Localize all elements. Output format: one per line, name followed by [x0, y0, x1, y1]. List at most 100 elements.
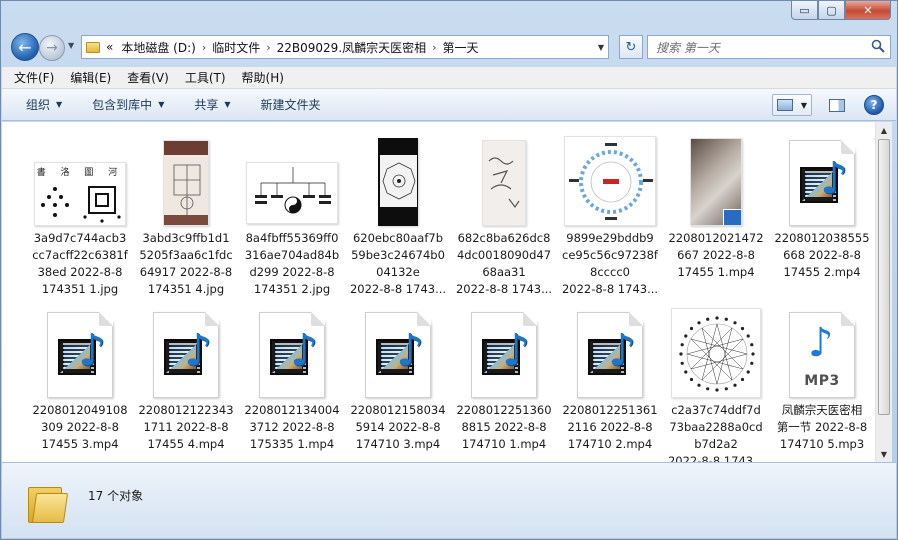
share-label: 共享 [194, 98, 219, 112]
menu-edit[interactable]: 编辑(E) [70, 69, 111, 86]
file-name: 凤麟宗天医密相 第一节 2022-8-8 174710 5.mp3 [770, 402, 874, 453]
file-name-line: 凤麟宗天医密相 [781, 403, 863, 417]
scroll-down-arrow[interactable]: ▼ [876, 446, 892, 462]
video-file-icon: ♪ [240, 302, 344, 398]
menu-file[interactable]: 文件(F) [14, 69, 54, 86]
file-name-line: 2208012122343 [138, 403, 234, 417]
file-item[interactable]: ♪ 2208012251361 2116 2022-8-8 174710 2.mp4 [558, 302, 662, 462]
file-item[interactable]: 620ebc80aaf7b 59be3c24674b0 04132e 2022-8-8… [346, 130, 450, 300]
file-item[interactable]: ♪ 2208012038555 668 2022-8-8 17455 2.mp4 [770, 130, 874, 300]
back-button[interactable]: ← [11, 33, 39, 61]
file-name-line: 174710 2.mp4 [567, 437, 653, 451]
file-list[interactable]: 書 洛 圖 河 3a9d7c744acb3 cc7acff22c6381f 38ed … [2, 122, 875, 462]
vertical-scrollbar[interactable]: ▲ ▼ [875, 122, 892, 462]
breadcrumb-temp[interactable]: 临时文件 [212, 39, 260, 56]
file-name: 2208012158034 5914 2022-8-8 174710 3.mp4 [346, 402, 450, 453]
command-bar-right: ▼ ? [772, 94, 884, 116]
breadcrumb-separator[interactable]: › [202, 41, 206, 54]
file-name: 2208012122343 1711 2022-8-8 17455 4.mp4 [134, 402, 238, 453]
file-item[interactable]: ♪ 2208012122343 1711 2022-8-8 17455 4.mp4 [134, 302, 238, 462]
include-in-library-button[interactable]: 包含到库中 ▼ [92, 96, 164, 113]
file-item[interactable]: 2208012021472 667 2022-8-8 17455 1.mp4 [664, 130, 768, 300]
file-item[interactable]: 9899e29bddb9 ce95c56c97238f 8cccc0 2022-8-8… [558, 130, 662, 300]
file-item[interactable]: 3abd3c9ffb1d1 5205f3aa6c1fdc 64917 2022-8-… [134, 130, 238, 300]
scroll-thumb[interactable] [878, 139, 890, 415]
music-note-icon: ♪ [290, 325, 319, 376]
file-name-line: b7d2a2 [694, 437, 738, 451]
search-box[interactable]: 搜索 第一天 [647, 35, 891, 59]
file-item[interactable]: c2a37c74ddf7d 73baa2288a0cd b7d2a2 2022-8-8… [664, 302, 768, 462]
search-icon[interactable] [871, 39, 885, 53]
image-thumbnail-icon [134, 130, 238, 226]
file-name-line: 2208012251361 [562, 403, 658, 417]
file-name-line: 2208012049108 [32, 403, 128, 417]
breadcrumb-separator[interactable]: › [432, 41, 436, 54]
forward-button[interactable]: → [39, 35, 65, 61]
breadcrumb-folder[interactable]: 22B09029.凤麟宗天医密相 [277, 39, 427, 56]
folder-icon [86, 41, 100, 53]
file-name-line: 73baa2288a0cd [669, 420, 763, 434]
music-note-icon: ♪ [808, 320, 834, 366]
image-thumbnail-icon: 書 洛 圖 河 [28, 130, 132, 226]
file-name-line: 2208012134004 [244, 403, 340, 417]
details-pane: 17 个对象 [2, 462, 896, 538]
file-name-line: 17455 3.mp4 [41, 437, 119, 451]
music-note-icon: ♪ [502, 325, 531, 376]
menu-tools[interactable]: 工具(T) [185, 69, 226, 86]
preview-pane-button[interactable] [826, 94, 848, 116]
close-button[interactable]: ✕ [845, 1, 891, 20]
address-history-dropdown[interactable]: ▼ [598, 43, 604, 52]
scroll-up-arrow[interactable]: ▲ [876, 122, 892, 138]
share-button[interactable]: 共享 ▼ [194, 96, 230, 113]
image-thumbnail-icon [558, 130, 662, 226]
file-item[interactable]: ♪ MP3 凤麟宗天医密相 第一节 2022-8-8 174710 5.mp3 [770, 302, 874, 462]
file-item[interactable]: 書 洛 圖 河 3a9d7c744acb3 cc7acff22c6381f 38ed … [28, 130, 132, 300]
file-item[interactable]: ♪ 2208012134004 3712 2022-8-8 175335 1.mp4 [240, 302, 344, 462]
file-item[interactable]: ♪ 2208012049108 309 2022-8-8 17455 3.mp4 [28, 302, 132, 462]
file-name-line: c2a37c74ddf7d [671, 403, 761, 417]
video-file-icon: ♪ [134, 302, 238, 398]
video-file-icon: ♪ [346, 302, 450, 398]
new-folder-button[interactable]: 新建文件夹 [261, 96, 321, 113]
file-name-line: 5205f3aa6c1fdc [139, 248, 233, 262]
change-view-button[interactable]: ▼ [772, 94, 812, 116]
menu-view[interactable]: 查看(V) [127, 69, 169, 86]
navigation-bar: ← → ▼ « 本地磁盘 (D:) › 临时文件 › 22B09029.凤麟宗天… [9, 32, 891, 62]
file-name: c2a37c74ddf7d 73baa2288a0cd b7d2a2 2022-8-8… [664, 402, 768, 462]
maximize-button[interactable]: ▢ [818, 1, 845, 20]
file-name-line: 174351 4.jpg [147, 282, 225, 296]
image-thumbnail-icon [664, 302, 768, 398]
address-bar[interactable]: « 本地磁盘 (D:) › 临时文件 › 22B09029.凤麟宗天医密相 › … [81, 35, 609, 59]
file-item[interactable]: ♪ 2208012158034 5914 2022-8-8 174710 3.mp4 [346, 302, 450, 462]
search-placeholder[interactable]: 搜索 第一天 [656, 39, 720, 56]
breadcrumb-drive[interactable]: 本地磁盘 (D:) [121, 39, 195, 56]
music-note-icon: ♪ [184, 325, 213, 376]
file-name-line: 309 2022-8-8 [41, 420, 119, 434]
file-name: 2208012038555 668 2022-8-8 17455 2.mp4 [770, 230, 874, 281]
breadcrumb-separator[interactable]: › [266, 41, 270, 54]
minimize-button[interactable]: ▭ [791, 1, 818, 20]
file-item[interactable]: 8a4fbff55369ff0 316ae704ad84b d299 2022-8-… [240, 130, 344, 300]
file-name-line: 8cccc0 [590, 265, 630, 279]
file-name-line: ce95c56c97238f [562, 248, 658, 262]
breadcrumb-current[interactable]: 第一天 [443, 39, 479, 56]
file-name-line: 17455 2.mp4 [783, 265, 861, 279]
file-name-line: 2022-8-8 1743... [561, 282, 659, 296]
image-thumbnail-icon [452, 130, 556, 226]
breadcrumb-overflow[interactable]: « [106, 40, 113, 54]
chevron-down-icon: ▼ [158, 100, 165, 109]
help-button[interactable]: ? [864, 95, 884, 115]
menu-help[interactable]: 帮助(H) [242, 69, 284, 86]
file-item[interactable]: 682c8ba626dc8 4dc0018090d47 68aa31 2022-8-8… [452, 130, 556, 300]
chevron-down-icon: ▼ [224, 100, 231, 109]
file-name-line: 64917 2022-8-8 [139, 265, 233, 279]
file-name: 2208012021472 667 2022-8-8 17455 1.mp4 [664, 230, 768, 281]
organize-button[interactable]: 组织 ▼ [26, 96, 62, 113]
file-name-line: 1711 2022-8-8 [143, 420, 229, 434]
file-name: 2208012134004 3712 2022-8-8 175335 1.mp4 [240, 402, 344, 453]
file-name: 3a9d7c744acb3 cc7acff22c6381f 38ed 2022-8-… [28, 230, 132, 298]
file-name-line: 174710 5.mp3 [779, 437, 865, 451]
recent-pages-dropdown[interactable]: ▼ [68, 41, 74, 50]
file-item[interactable]: ♪ 2208012251360 8815 2022-8-8 174710 1.mp4 [452, 302, 556, 462]
refresh-button[interactable]: ↻ [619, 35, 643, 59]
